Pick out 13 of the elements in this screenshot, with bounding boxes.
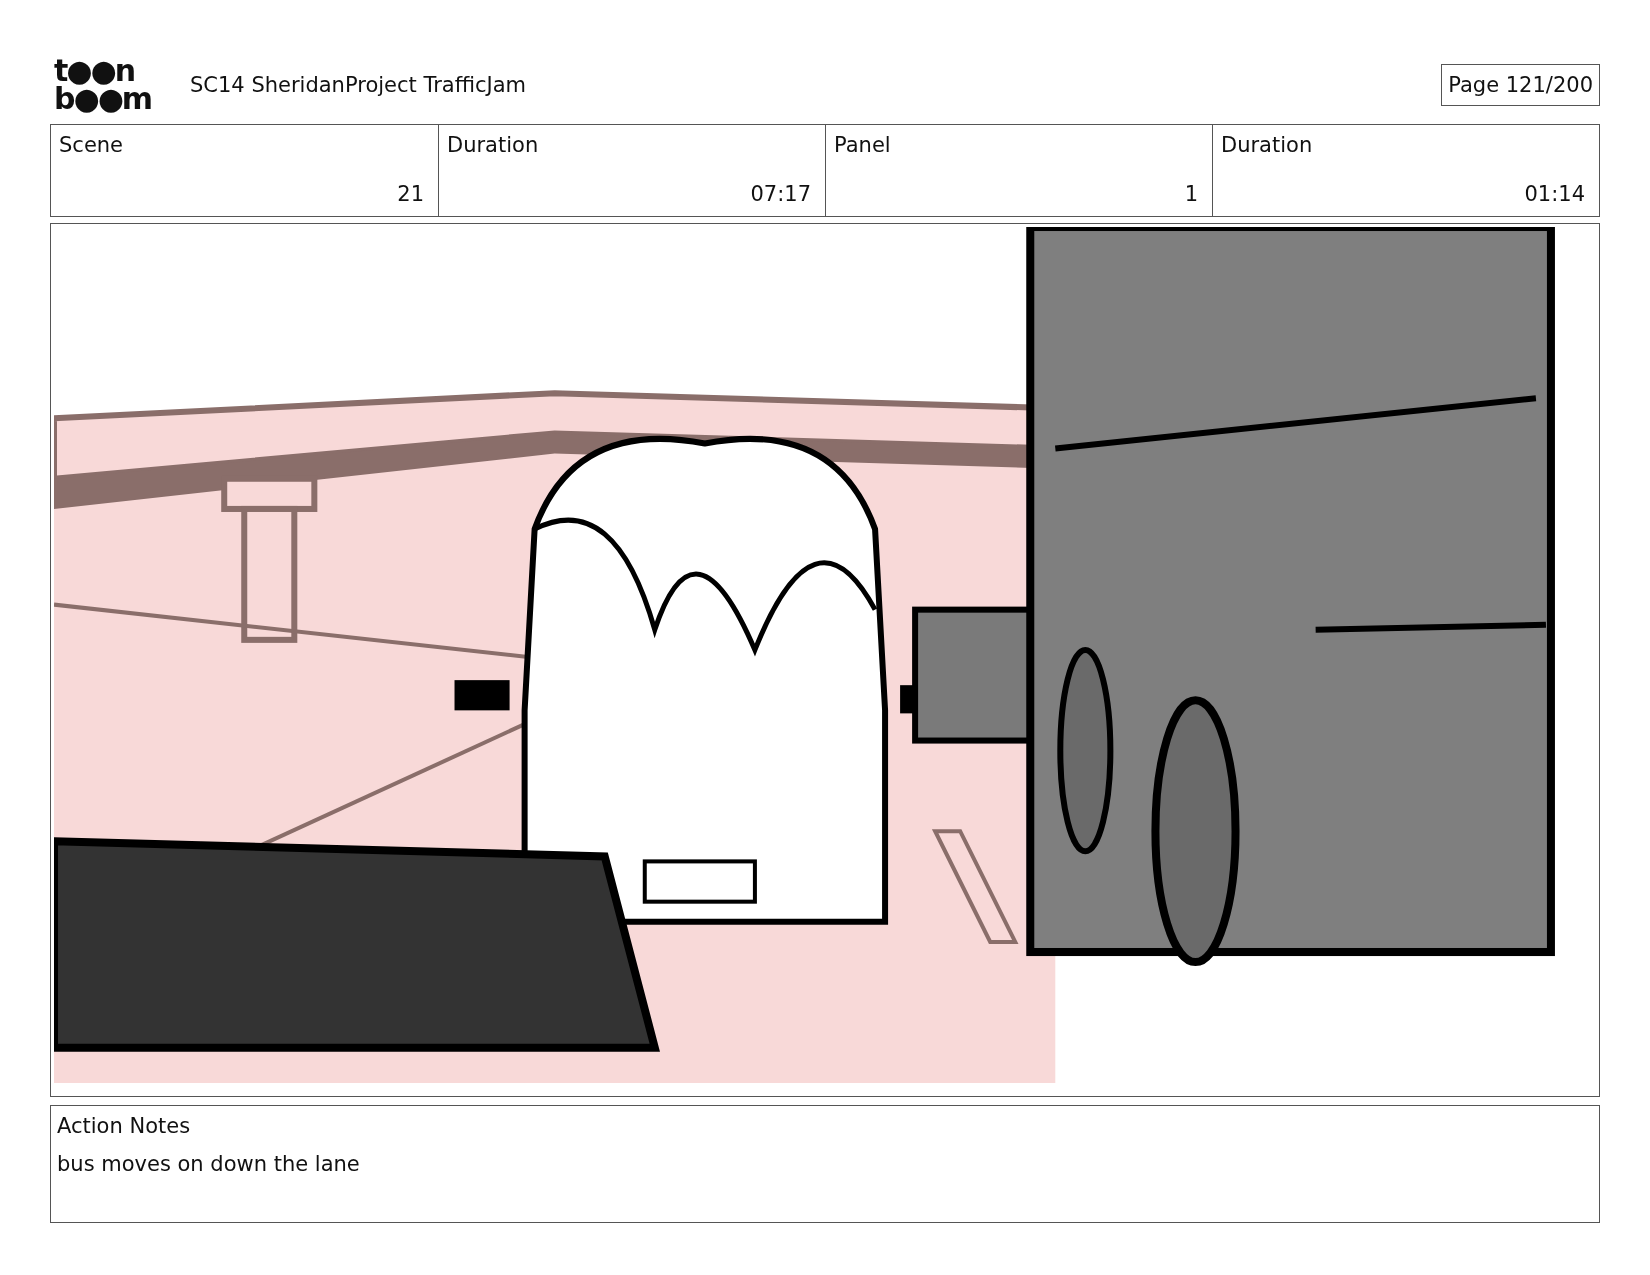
field-label: Duration	[1221, 133, 1314, 157]
field-value: 07:17	[750, 182, 811, 206]
logo: t●●n b●●m	[54, 57, 153, 113]
page-number: Page 121/200	[1441, 64, 1600, 106]
field-label: Duration	[447, 133, 540, 157]
field-label: Scene	[59, 133, 125, 157]
field-value: 01:14	[1524, 182, 1585, 206]
field-label: Panel	[834, 133, 892, 157]
project-title: SC14 SheridanProject TrafficJam	[190, 73, 528, 97]
field-value: 1	[1184, 182, 1198, 206]
notes-text: bus moves on down the lane	[57, 1152, 361, 1176]
field-value: 21	[397, 182, 424, 206]
notes-label: Action Notes	[57, 1114, 192, 1138]
